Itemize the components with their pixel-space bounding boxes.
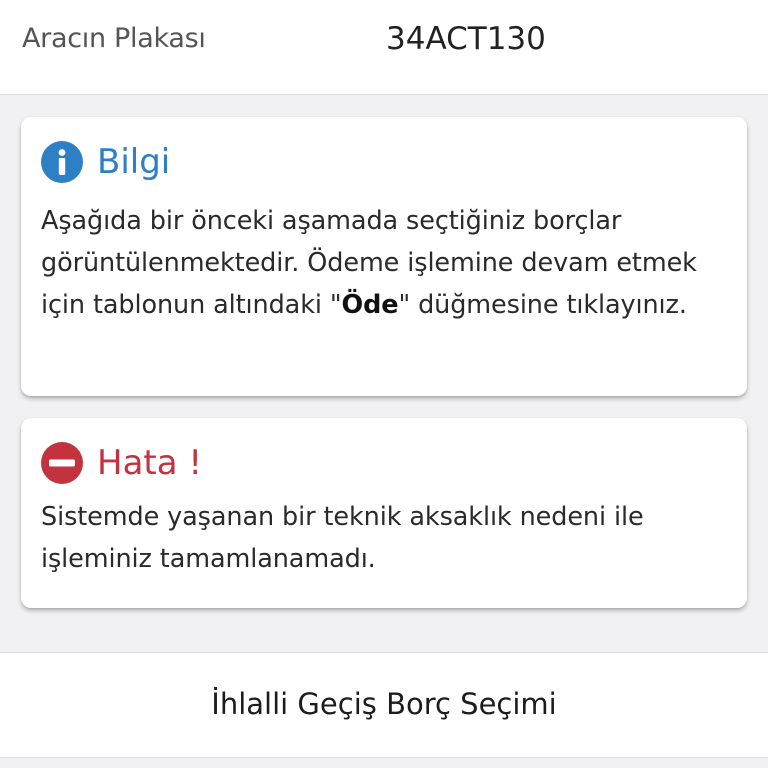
plate-row: Aracın Plakası 34ACT130 [0, 0, 768, 95]
info-icon [41, 141, 83, 183]
info-card-header: Bilgi [41, 141, 727, 183]
info-card-body-bold: Öde [341, 290, 399, 320]
error-icon [41, 442, 83, 484]
info-card-body-part2: " düğmesine tıklayınız. [398, 290, 687, 320]
info-card-title: Bilgi [97, 142, 171, 182]
section-header[interactable]: İhlalli Geçiş Borç Seçimi [0, 652, 768, 758]
plate-label: Aracın Plakası [22, 23, 206, 54]
info-card: Bilgi Aşağıda bir önceki aşamada seçtiği… [21, 117, 747, 396]
error-card-header: Hata ! [41, 442, 727, 484]
error-card-body: Sistemde yaşanan bir teknik aksaklık ned… [41, 502, 644, 574]
error-card-title: Hata ! [97, 443, 203, 483]
error-card: Hata ! Sistemde yaşanan bir teknik aksak… [21, 418, 747, 608]
section-title: İhlalli Geçiş Borç Seçimi [211, 687, 557, 721]
plate-value: 34ACT130 [386, 21, 546, 57]
info-card-body: Aşağıda bir önceki aşamada seçtiğiniz bo… [41, 200, 727, 326]
